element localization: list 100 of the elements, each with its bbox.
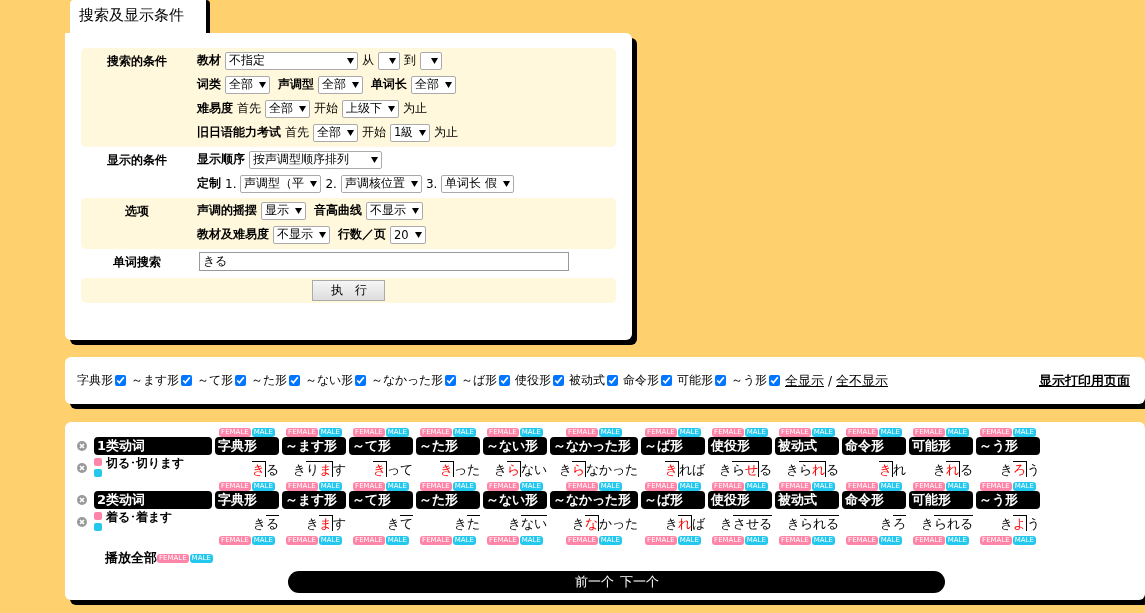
remove-icon[interactable] — [77, 441, 87, 451]
dropdown[interactable]: 全部 — [225, 75, 270, 94]
dropdown[interactable] — [420, 51, 442, 70]
field-label: 行数／页 — [338, 226, 386, 243]
checkbox-label: ～ない形 — [305, 372, 353, 389]
caret-icon — [388, 105, 395, 112]
section-title: 显示的条件 — [106, 152, 168, 169]
play-all-label[interactable]: 播放全部 — [105, 549, 157, 567]
caret-icon — [412, 207, 419, 214]
checkbox[interactable] — [181, 375, 192, 386]
previous-link[interactable]: 前一个 — [574, 573, 614, 591]
word-form: き れば — [664, 514, 705, 533]
checkbox[interactable] — [445, 375, 456, 386]
word-form: き れば — [664, 460, 705, 479]
checkbox[interactable] — [289, 375, 300, 386]
column-header: ～ない形 — [483, 491, 547, 509]
checkbox-label: 可能形 — [677, 372, 713, 389]
checkbox-label: 命令形 — [623, 372, 659, 389]
dropdown[interactable]: 不指定 — [225, 51, 358, 70]
column-header: 命令形 — [842, 437, 906, 455]
word-form: き させる — [719, 514, 772, 533]
word-form: き る — [251, 460, 279, 479]
field-label: 声调的摇摆 — [197, 202, 257, 219]
dropdown[interactable]: 上级下 — [342, 99, 399, 118]
caret-icon — [389, 57, 396, 64]
execute-button[interactable]: 执 行 — [312, 280, 385, 301]
caret-icon — [419, 129, 427, 136]
word-label: 切る･切ります — [106, 455, 184, 472]
field-text: 1. — [225, 176, 237, 191]
dropdown[interactable]: 声调型（平 — [240, 174, 322, 193]
checkbox[interactable] — [715, 375, 726, 386]
show-all-link[interactable]: 全显示 — [785, 371, 824, 390]
column-header: 可能形 — [909, 437, 973, 455]
word-form: き なかった — [571, 514, 638, 533]
search-field[interactable]: きる — [199, 252, 569, 271]
word-form: き ろ — [879, 514, 906, 533]
dropdown[interactable]: 显示 — [261, 201, 306, 220]
field-text: 首先 — [237, 100, 261, 117]
word-form: き れ — [878, 460, 906, 479]
section-title: 选项 — [124, 203, 150, 220]
field-label: 显示顺序 — [197, 151, 245, 168]
column-header: 可能形 — [909, 491, 973, 509]
dropdown[interactable]: 不显示 — [273, 225, 330, 244]
word-form: き ない — [507, 514, 547, 533]
panel-tab[interactable]: 搜索及显示条件 — [70, 0, 210, 33]
field-label: 定制 — [197, 175, 221, 192]
field-text: 为止 — [403, 100, 427, 117]
word-form: き って — [372, 460, 413, 479]
checkbox-label: ～なかった形 — [371, 372, 443, 389]
remove-icon[interactable] — [77, 517, 87, 527]
caret-icon — [347, 129, 354, 136]
caret-icon — [414, 231, 422, 238]
dropdown[interactable]: 声调核位置 — [340, 174, 422, 193]
word-form: き られる — [786, 514, 839, 533]
dropdown[interactable]: 1級 — [390, 123, 431, 142]
word-form: き ら ない — [493, 460, 547, 479]
column-header: ～て形 — [349, 491, 413, 509]
dropdown[interactable]: 全部 — [265, 99, 310, 118]
checkbox[interactable] — [115, 375, 126, 386]
next-link[interactable]: 下一个 — [619, 573, 659, 591]
caret-icon — [410, 180, 418, 187]
field-label: 难易度 — [197, 100, 233, 117]
column-header: 字典形 — [215, 437, 279, 455]
checkbox[interactable] — [769, 375, 780, 386]
caret-icon — [310, 180, 318, 187]
column-header: ～う形 — [976, 491, 1040, 509]
checkbox[interactable] — [355, 375, 366, 386]
dropdown[interactable]: 全部 — [318, 75, 363, 94]
dropdown[interactable]: 不显示 — [366, 201, 423, 220]
field-label: 音高曲线 — [314, 202, 362, 219]
checkbox[interactable] — [235, 375, 246, 386]
column-header: ～て形 — [349, 437, 413, 455]
checkbox-label: ～て形 — [197, 372, 233, 389]
word-form: き ら なかった — [558, 460, 638, 479]
word-form: き よ う — [999, 514, 1040, 533]
print-page-link[interactable]: 显示打印用页面 — [1039, 371, 1130, 390]
dropdown[interactable]: 单词长 假 — [441, 174, 514, 193]
dropdown[interactable]: 按声调型顺序排列 — [249, 150, 382, 169]
separator-text: / — [828, 373, 833, 388]
field-label: 单词长 — [371, 76, 407, 93]
caret-icon — [445, 81, 452, 88]
dropdown[interactable]: 全部 — [313, 123, 358, 142]
dropdown[interactable] — [378, 51, 400, 70]
checkbox[interactable] — [607, 375, 618, 386]
remove-icon[interactable] — [77, 495, 87, 505]
checkbox[interactable] — [499, 375, 510, 386]
checkbox[interactable] — [661, 375, 672, 386]
column-header: ～た形 — [416, 491, 480, 509]
word-form: き れる — [932, 460, 973, 479]
column-header: ～た形 — [416, 437, 480, 455]
dropdown[interactable]: 20 — [390, 225, 426, 244]
column-header: ～なかった形 — [550, 491, 638, 509]
column-header: ～ない形 — [483, 437, 547, 455]
hide-all-link[interactable]: 全不显示 — [836, 371, 889, 390]
field-text: 为止 — [434, 124, 459, 141]
dropdown[interactable]: 全部 — [411, 75, 456, 94]
checkbox[interactable] — [553, 375, 564, 386]
remove-icon[interactable] — [77, 463, 87, 473]
field-text: 到 — [404, 52, 416, 69]
field-text: 3. — [425, 176, 438, 191]
